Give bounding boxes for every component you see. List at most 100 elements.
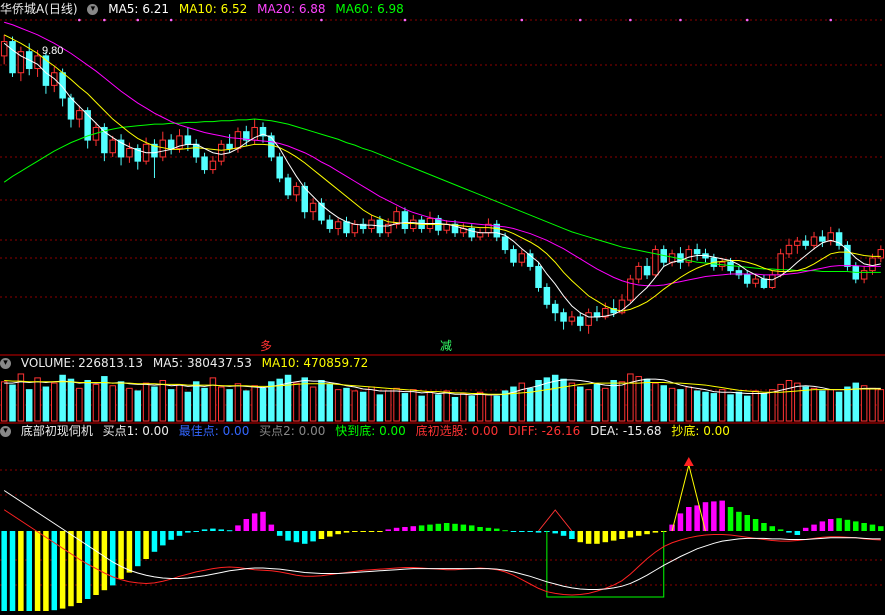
- chevron-down-icon[interactable]: ▾: [0, 426, 11, 437]
- best-label: 最佳点:: [178, 424, 219, 438]
- volume-bar: [176, 384, 183, 422]
- volume-bar: [652, 382, 659, 422]
- volume-bar: [159, 379, 167, 422]
- macd-bar: [602, 531, 609, 543]
- bottom-pick-label: 底初选股:: [415, 424, 468, 438]
- volume-bar: [802, 386, 809, 422]
- candle-body: [794, 240, 801, 246]
- signal-dot: [629, 18, 632, 22]
- macd-bar: [243, 519, 250, 531]
- volume-bar: [718, 389, 726, 422]
- macd-bar: [310, 531, 316, 542]
- volume-bar: [835, 391, 843, 422]
- macd-bar: [677, 513, 684, 531]
- macd-bar: [68, 531, 74, 607]
- signal-dot: [403, 18, 407, 22]
- candle-body: [293, 185, 300, 196]
- candle-body: [368, 219, 375, 230]
- volume-bar: [451, 396, 459, 422]
- volume-value: 226813.13: [78, 356, 144, 370]
- macd-bar: [185, 531, 191, 533]
- candle-body: [276, 156, 283, 179]
- indicator-header: ▾ 底部初现伺机 买点1: 0.00 最佳点: 0.00 买点2: 0.00 快…: [0, 423, 736, 439]
- macd-bar: [210, 528, 216, 531]
- up-arrow-icon: [683, 457, 694, 466]
- stock-title[interactable]: 华侨城A(日线): [0, 2, 78, 16]
- macd-bar: [18, 531, 24, 611]
- candle-body: [268, 135, 275, 158]
- volume-bar: [201, 387, 208, 422]
- macd-bar: [59, 531, 66, 609]
- volume-bar: [543, 377, 551, 422]
- macd-bar: [853, 521, 859, 531]
- volume-bar: [877, 389, 885, 422]
- candle-body: [318, 202, 325, 221]
- volume-bar: [435, 394, 442, 422]
- volume-bar: [259, 387, 267, 422]
- stock-chart[interactable]: 9.80 多 减: [0, 0, 885, 615]
- macd-bar: [226, 530, 233, 532]
- volume-bar: [343, 387, 350, 422]
- bottom-pick-value: 0.00: [471, 424, 499, 438]
- macd-bar: [251, 513, 258, 531]
- volume-bar: [710, 393, 718, 422]
- macd-bar: [485, 527, 492, 531]
- volume-bar: [585, 389, 592, 422]
- price-header: 华侨城A(日线) ▾ MA5: 6.21 MA10: 6.52 MA20: 6.…: [0, 1, 410, 17]
- candle-body: [543, 286, 551, 305]
- candle-body: [769, 274, 776, 288]
- signal-dot: [136, 18, 140, 22]
- volume-bar: [727, 394, 734, 422]
- candle-body: [635, 265, 642, 280]
- macd-bar: [301, 531, 308, 544]
- macd-bar: [160, 531, 166, 546]
- ma5-value: 6.21: [142, 2, 170, 16]
- candle-body: [577, 316, 584, 326]
- candle-body: [501, 236, 509, 251]
- macd-bar: [335, 531, 341, 535]
- macd-bar: [118, 531, 124, 579]
- volume-bar: [67, 378, 75, 422]
- volume-bar: [134, 390, 142, 422]
- candle-body: [226, 143, 233, 150]
- chaodi-value: 0.00: [703, 424, 730, 438]
- volume-bar: [51, 382, 58, 422]
- chevron-down-icon[interactable]: ▾: [0, 358, 11, 369]
- candle-body: [869, 257, 876, 272]
- volume-bar: [268, 381, 275, 422]
- vol-ma5-value: 380437.53: [186, 356, 252, 370]
- signal-dot: [679, 18, 682, 22]
- macd-bar: [686, 507, 692, 531]
- macd-bar: [736, 511, 742, 531]
- volume-bar: [485, 394, 492, 422]
- volume-bar: [34, 377, 41, 422]
- candle-body: [476, 232, 484, 238]
- macd-bar: [527, 531, 533, 532]
- candle-body: [510, 249, 517, 263]
- dea-value: -15.68: [622, 424, 662, 438]
- volume-bar: [810, 387, 818, 422]
- volume-bar: [226, 389, 233, 422]
- volume-bar: [184, 391, 192, 422]
- candle-body: [184, 135, 192, 145]
- candle-body: [743, 274, 751, 284]
- volume-bar: [593, 383, 601, 422]
- chevron-down-icon[interactable]: ▾: [87, 4, 99, 15]
- volume-bar: [393, 387, 400, 422]
- diff-label: DIFF:: [508, 424, 538, 438]
- volume-bar: [126, 387, 133, 422]
- macd-bar: [368, 531, 375, 532]
- candle-body: [126, 148, 133, 158]
- candle-body: [802, 240, 809, 246]
- macd-bar: [786, 531, 792, 533]
- volume-bar: [25, 389, 33, 422]
- candle-body: [643, 265, 651, 276]
- buy-signal-peak: [538, 509, 573, 532]
- macd-bar: [744, 515, 750, 531]
- macd-bar: [635, 531, 642, 536]
- volume-bar: [602, 387, 609, 422]
- macd-bar: [268, 524, 275, 531]
- volume-bar: [610, 379, 617, 422]
- indicator-title[interactable]: 底部初现伺机: [21, 424, 93, 438]
- ma60-line: [3, 118, 881, 273]
